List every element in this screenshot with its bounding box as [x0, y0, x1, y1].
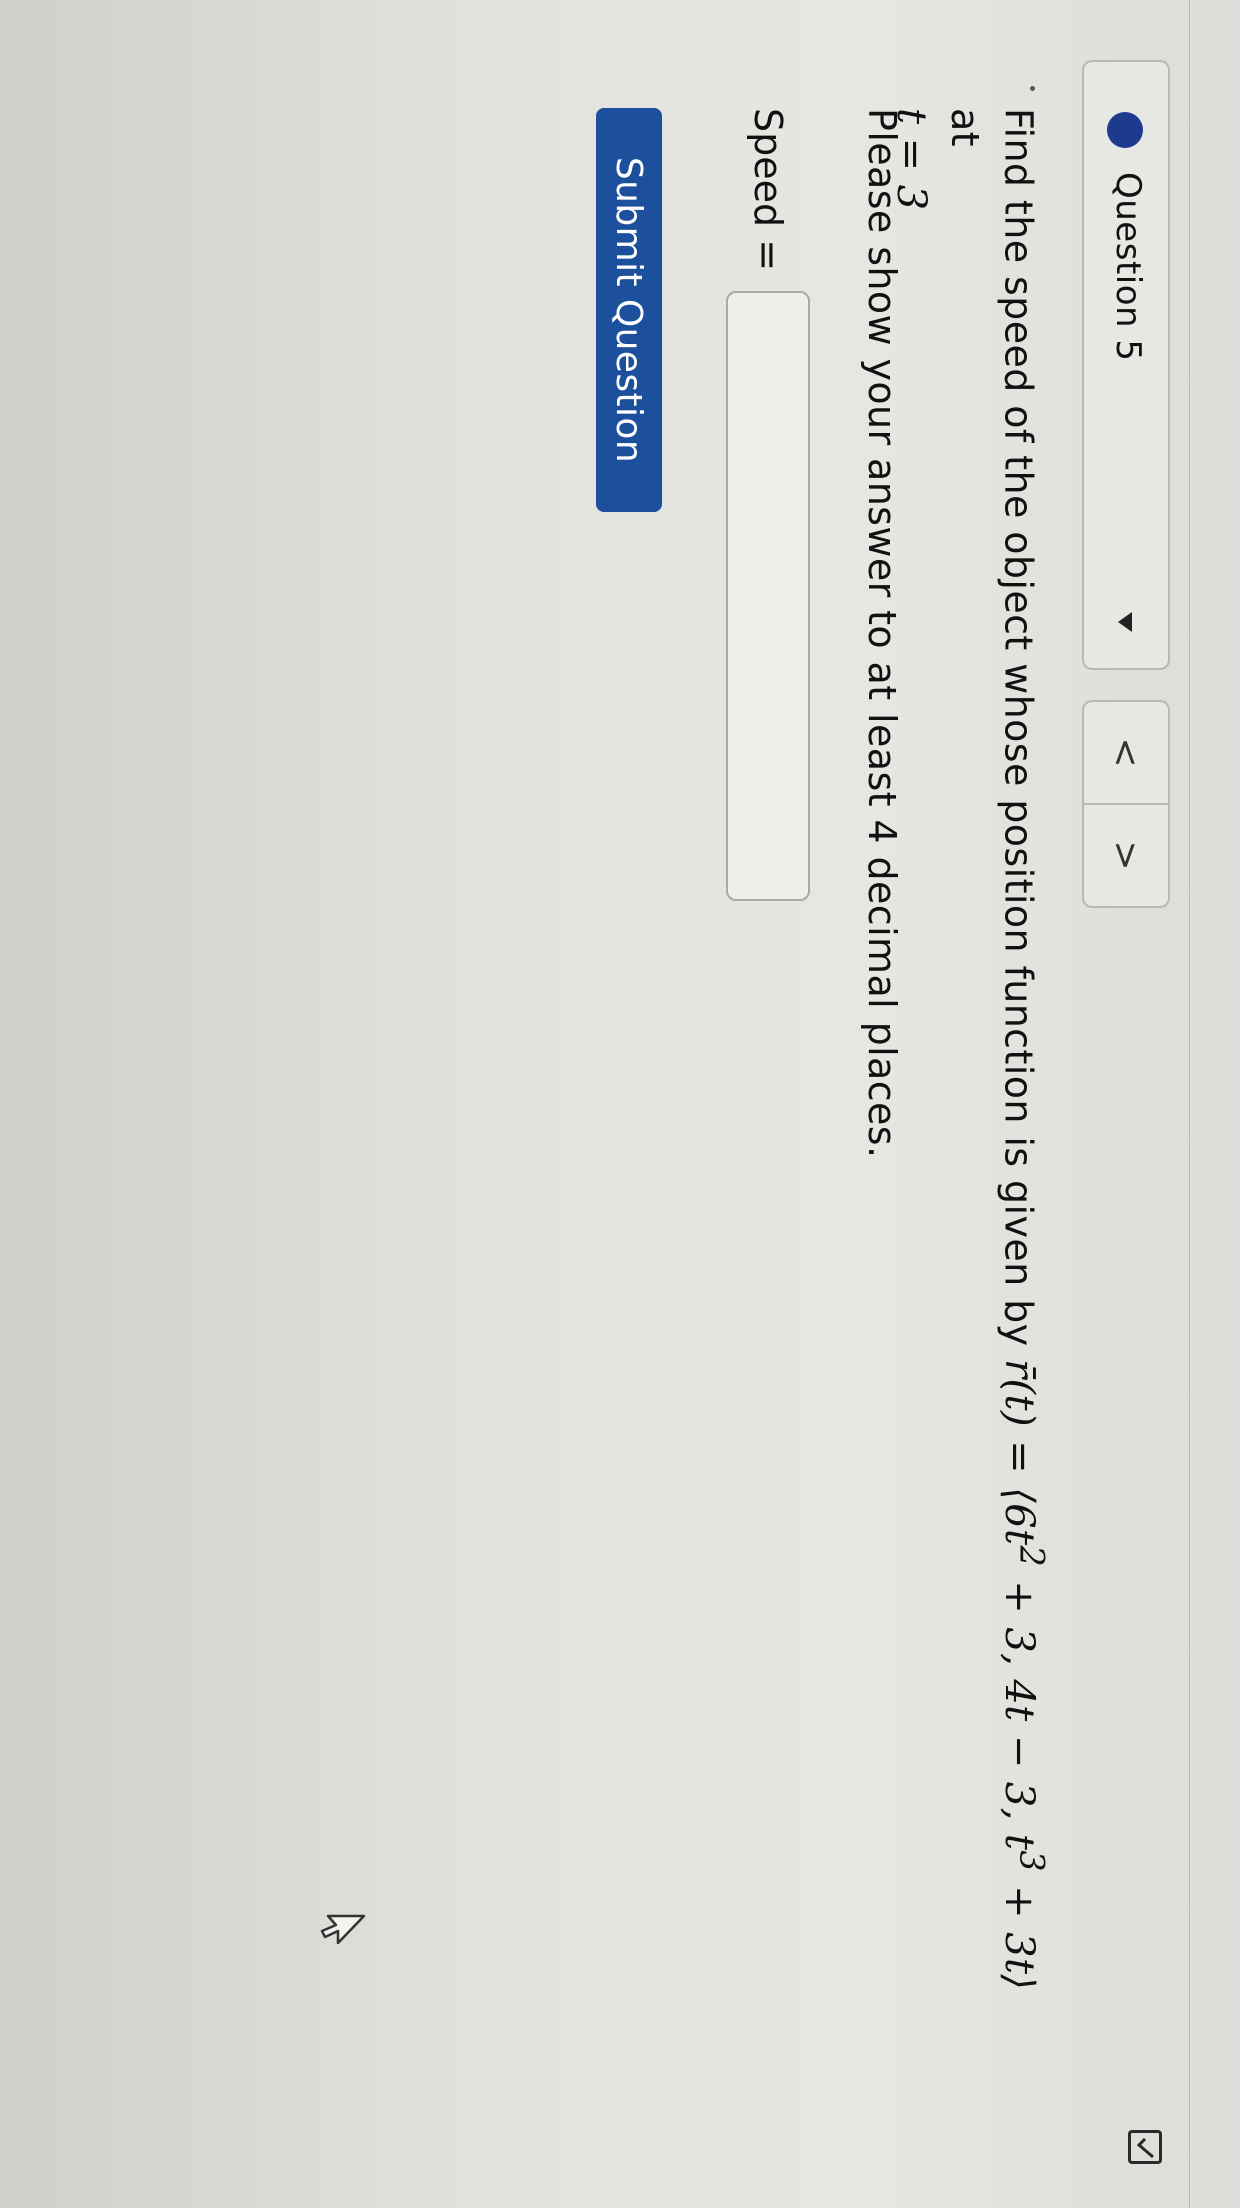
math-mid: + 3, 4t − 3, t [995, 1567, 1042, 1851]
prompt-text: Find the speed of the object whose posit… [996, 108, 1041, 1347]
question-nav: < > [1082, 700, 1170, 908]
question-status-icon [1107, 112, 1143, 148]
mouse-pointer-icon [320, 1914, 366, 1945]
prompt-at: at [942, 108, 987, 147]
question-page: Question 5 < > Find the speed of the obj… [0, 0, 1240, 2208]
r-vector: r̄ [995, 1359, 1042, 1379]
exponent-2: 2 [1012, 1545, 1051, 1568]
speed-label: Speed = [746, 108, 790, 272]
instructions: Please show your answer to at least 4 de… [860, 108, 904, 1159]
checkmark-icon [1136, 2137, 1154, 2159]
position-function: r̄(t) = ⟨6t2 + 3, 4t − 3, t3 + 3t⟩ [995, 1359, 1051, 1991]
math-end: + 3t⟩ [995, 1871, 1042, 1991]
question-bullet [1030, 86, 1035, 91]
chevron-down-icon[interactable] [1118, 612, 1132, 632]
answer-row: Speed = [726, 108, 810, 902]
bottom-divider [20, 0, 22, 2208]
header-divider [1189, 0, 1190, 2208]
previous-question-button[interactable]: < [1084, 702, 1168, 803]
submit-question-button[interactable]: Submit Question [596, 108, 662, 512]
question-label: Question 5 [1108, 172, 1148, 362]
math-func: (t) = ⟨6t [995, 1378, 1042, 1546]
question-prompt: Find the speed of the object whose posit… [884, 108, 1058, 2008]
question-selector[interactable]: Question 5 [1082, 60, 1170, 670]
speed-input[interactable] [726, 291, 810, 902]
screen: Question 5 < > Find the speed of the obj… [0, 0, 1240, 2208]
exponent-3: 3 [1012, 1850, 1051, 1872]
next-question-button[interactable]: > [1084, 805, 1168, 906]
check-icon[interactable] [1128, 2130, 1162, 2164]
